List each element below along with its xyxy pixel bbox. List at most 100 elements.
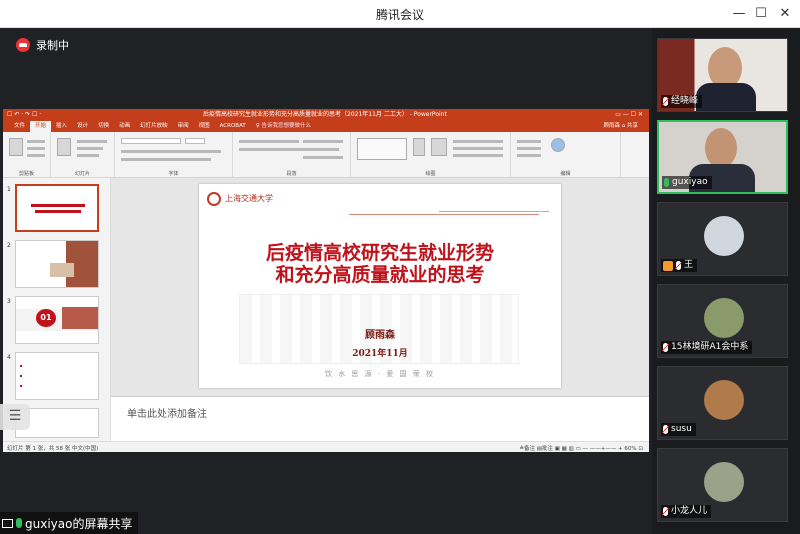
close-button[interactable]: ✕	[774, 4, 796, 24]
ppt-tab-home[interactable]: 开始	[30, 121, 52, 132]
ppt-document-title: 后疫情高校研究生就业形势和充分高质量就业的思考（2021年11月 二工大） - …	[203, 111, 447, 118]
window-titlebar: 腾讯会议 — ☐ ✕	[0, 0, 800, 28]
mic-muted-icon	[663, 425, 668, 434]
ribbon-group-font: 字体	[115, 132, 233, 178]
mic-on-icon	[664, 178, 669, 187]
participant-name: 王	[684, 260, 694, 270]
slide-divider	[349, 214, 539, 215]
shared-powerpoint-window: ☐ ↶ · ↷ ☐ · 后疫情高校研究生就业形势和充分高质量就业的思考（2021…	[3, 109, 649, 452]
ppt-tab-acrobat[interactable]: ACROBAT	[215, 121, 251, 132]
ribbon-group-label: 段落	[286, 171, 297, 177]
ribbon-group-drawing: 绘图	[351, 132, 511, 178]
screen-share-label: guxiyao的屏幕共享	[0, 512, 139, 534]
ribbon-group-clipboard: 剪贴板	[3, 132, 51, 178]
slide-number: 3	[7, 298, 11, 305]
ppt-window-controls[interactable]: ▭ — ☐ ✕	[615, 109, 643, 121]
participant-tile[interactable]: 经晓峰	[657, 38, 788, 112]
participant-name-tag: 15林境研A1会中系	[661, 341, 753, 354]
slide-date: 2021年11月	[352, 349, 408, 359]
paste-icon[interactable]	[9, 138, 23, 156]
shapes-gallery-icon[interactable]	[357, 138, 407, 160]
quick-access-toolbar[interactable]: ☐ ↶ · ↷ ☐ ·	[7, 109, 41, 121]
slide-thumbnail-3[interactable]: 01	[15, 296, 99, 344]
university-logo-icon	[207, 192, 221, 206]
participant-avatar	[704, 380, 744, 420]
microphone-on-icon	[16, 518, 22, 528]
slide-thumbnail-pane: 1 2 3 01 4 5	[3, 178, 111, 441]
ribbon-group-editing: 编辑	[511, 132, 621, 178]
participant-name: susu	[671, 424, 692, 434]
ribbon-group-label: 字体	[168, 171, 179, 177]
participant-name: 经晓峰	[671, 96, 699, 106]
ppt-tab-transitions[interactable]: 切换	[93, 121, 114, 132]
participant-name-tag: susu	[661, 423, 696, 436]
ppt-tab-design[interactable]: 设计	[72, 121, 93, 132]
university-logo-text: 上海交通大学	[225, 194, 273, 203]
ppt-tab-insert[interactable]: 插入	[51, 121, 72, 132]
quick-styles-icon[interactable]	[431, 138, 447, 156]
participant-name: guxiyao	[672, 177, 708, 187]
arrange-icon[interactable]	[413, 138, 425, 156]
ribbon-group-label: 绘图	[425, 171, 436, 177]
mic-muted-icon	[663, 343, 668, 352]
recording-label: 录制中	[36, 39, 69, 52]
mic-muted-icon	[663, 97, 668, 106]
slide-author: 顾雨森	[365, 330, 395, 341]
participant-name-tag: guxiyao	[662, 176, 712, 189]
participant-name: 小龙人儿	[671, 506, 708, 516]
participant-avatar	[704, 462, 744, 502]
slide-thumbnail-1[interactable]	[15, 184, 99, 232]
minimize-button[interactable]: —	[728, 4, 750, 24]
ribbon-group-slides: 幻灯片	[51, 132, 115, 178]
slide-editor: 上海交通大学 后疫情高校研究生就业形势 和充分高质量就业的思考 顾雨森 2021…	[111, 178, 649, 441]
new-slide-icon[interactable]	[57, 138, 71, 156]
participant-avatar	[704, 298, 744, 338]
slide-thumbnail-4[interactable]	[15, 352, 99, 400]
notes-placeholder: 单击此处添加备注	[127, 409, 207, 420]
screen-share-owner: guxiyao的屏幕共享	[25, 516, 133, 531]
slide-thumbnail-2[interactable]	[15, 240, 99, 288]
mic-muted-icon	[663, 507, 668, 516]
participant-name: 15林境研A1会中系	[671, 342, 749, 352]
ribbon-group-label: 幻灯片	[74, 171, 90, 177]
ppt-ribbon: 剪贴板 幻灯片 字体 段落 绘图 编辑	[3, 132, 649, 178]
ppt-status-bar: 幻灯片 第 1 张，共 58 张 中文(中国) ≙备注 ▤批注 ▣ ▦ ▥ ▭ …	[3, 441, 649, 452]
participant-tile[interactable]: 15林境研A1会中系	[657, 284, 788, 358]
window-title: 腾讯会议	[375, 8, 424, 22]
current-slide[interactable]: 上海交通大学 后疫情高校研究生就业形势 和充分高质量就业的思考 顾雨森 2021…	[199, 184, 561, 388]
ribbon-group-label: 编辑	[560, 171, 571, 177]
slide-title-line-2: 和充分高质量就业的思考	[275, 264, 485, 286]
mic-muted-icon	[676, 261, 681, 270]
participant-tile-active-speaker[interactable]: guxiyao	[657, 120, 788, 194]
design-ideas-icon[interactable]	[551, 138, 565, 152]
recording-indicator[interactable]: 录制中	[10, 34, 77, 56]
cloud-record-icon	[16, 38, 30, 52]
ppt-tab-view[interactable]: 视图	[194, 121, 215, 132]
building-illustration	[439, 196, 549, 212]
ppt-tell-me[interactable]: ♀ 告诉我您想要做什么	[251, 121, 316, 132]
ppt-tab-review[interactable]: 审阅	[173, 121, 194, 132]
view-zoom-controls[interactable]: ≙备注 ▤批注 ▣ ▦ ▥ ▭ — ——+—— + 60% ⊡	[519, 444, 643, 452]
ppt-account-share[interactable]: 顾雨森 ⌂ 共享	[599, 121, 644, 132]
participant-gallery: 经晓峰 guxiyao 王 15林境研A1会中系 susu 小龙人儿	[652, 28, 800, 534]
participant-tile[interactable]: 王	[657, 202, 788, 276]
ppt-ribbon-tabs: 文件 开始 插入 设计 切换 动画 幻灯片放映 审阅 视图 ACROBAT ♀ …	[3, 121, 649, 132]
ppt-titlebar: ☐ ↶ · ↷ ☐ · 后疫情高校研究生就业形势和充分高质量就业的思考（2021…	[3, 109, 649, 121]
participant-name-tag: 王	[661, 259, 698, 272]
ppt-tab-file[interactable]: 文件	[9, 121, 30, 132]
participant-name-tag: 小龙人儿	[661, 505, 712, 518]
ppt-tab-animations[interactable]: 动画	[114, 121, 135, 132]
ribbon-group-label: 剪贴板	[18, 171, 34, 177]
participant-tile[interactable]: susu	[657, 366, 788, 440]
maximize-button[interactable]: ☐	[750, 4, 772, 24]
thumb-section-badge: 01	[36, 309, 56, 327]
slide-number: 4	[7, 354, 11, 361]
slide-number: 1	[7, 186, 11, 193]
participant-tile[interactable]: 小龙人儿	[657, 448, 788, 522]
slide-count-status: 幻灯片 第 1 张，共 58 张 中文(中国)	[7, 446, 99, 452]
screen-share-icon	[2, 518, 13, 528]
toolbar-toggle-handle[interactable]: ☰	[0, 404, 30, 430]
notes-pane[interactable]: 单击此处添加备注	[111, 396, 649, 441]
ppt-tab-slideshow[interactable]: 幻灯片放映	[135, 121, 173, 132]
participant-avatar	[704, 216, 744, 256]
